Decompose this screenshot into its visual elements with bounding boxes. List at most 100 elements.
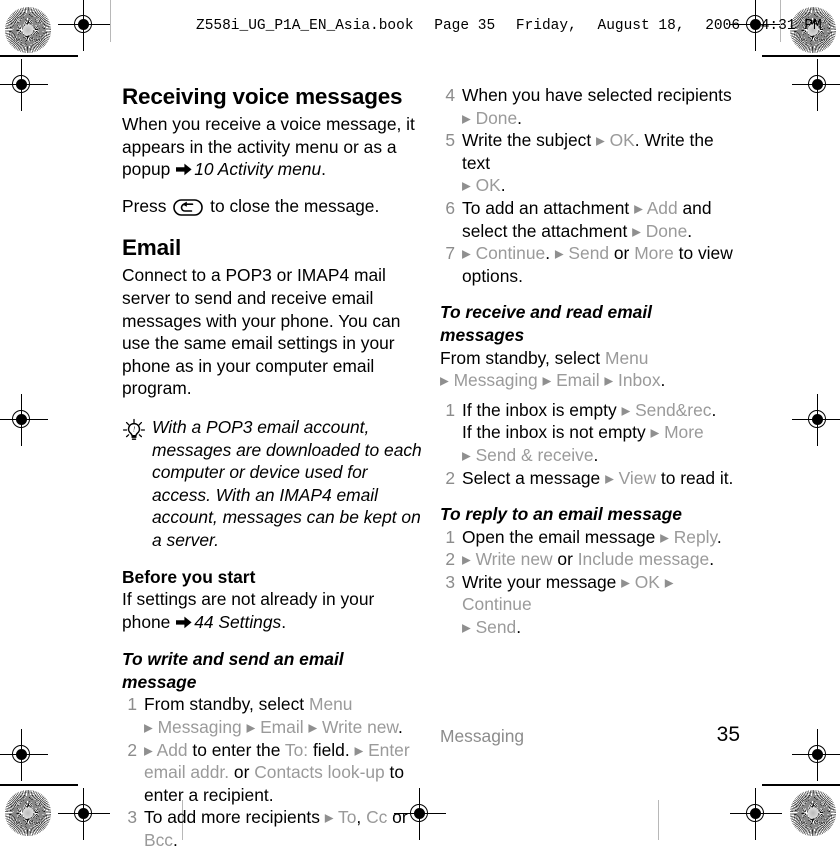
menu-command[interactable]: Email: [260, 717, 304, 737]
step-item: 4 When you have selected recipients ▸ Done…: [440, 84, 740, 129]
small-right-triangle-icon: ▸: [650, 422, 665, 443]
step-text: From standby, select: [440, 347, 605, 368]
step-text: .: [517, 107, 522, 128]
menu-command[interactable]: OK: [610, 130, 635, 150]
menu-command[interactable]: Messaging: [158, 717, 242, 737]
menu-command[interactable]: Cc: [366, 807, 387, 827]
page-footer: Messaging 35: [440, 723, 740, 747]
menu-command[interactable]: View: [619, 468, 656, 488]
menu-command[interactable]: Contacts look-up: [254, 762, 385, 782]
small-right-triangle-icon: ▸: [462, 243, 476, 264]
step-text: From standby, select: [144, 694, 309, 715]
menu-command[interactable]: Send&rec: [635, 400, 711, 420]
step-item: 3 Write your message ▸ OK ▸ Continue ▸ Sen…: [440, 571, 740, 639]
menu-command[interactable]: Write new: [476, 549, 553, 569]
menu-command[interactable]: Write new: [322, 717, 398, 737]
header-monthday: August 18,: [597, 18, 685, 34]
heading-to-reply: To reply to an email message: [440, 504, 682, 525]
menu-command[interactable]: Menu: [309, 694, 353, 714]
steps-write-and-send: 1 From standby, select Menu ▸ Messaging ▸ …: [122, 693, 422, 851]
menu-command[interactable]: Bcc: [144, 830, 173, 850]
step-number: 2: [445, 549, 455, 570]
menu-command[interactable]: More: [664, 422, 704, 442]
menu-command[interactable]: Done: [646, 221, 688, 241]
step-text: or: [387, 807, 408, 828]
registration-target-top-left: [58, 0, 110, 51]
menu-command[interactable]: Done: [476, 108, 518, 128]
menu-command[interactable]: To: [338, 807, 356, 827]
small-right-triangle-icon: ▸: [462, 617, 476, 638]
step-item: 2 ▸ Write new or Include message.: [440, 548, 740, 571]
step-body: Write the subject ▸ OK. Write the text ▸ …: [462, 130, 714, 195]
steps-receive-and-read: 1 If the inbox is empty ▸ Send&rec. If the…: [440, 399, 740, 489]
step-text: Select a message: [462, 467, 606, 488]
step-body: To add an attachment ▸ Add and select th…: [462, 198, 712, 241]
step-item: 2 Select a message ▸ View to read it.: [440, 467, 740, 490]
menu-command[interactable]: Send & receive: [476, 445, 594, 465]
step-body: ▸ Continue. ▸ Send or More to view optio…: [462, 243, 733, 286]
menu-command[interactable]: Email: [556, 370, 600, 390]
step-number: 5: [445, 130, 455, 151]
menu-command[interactable]: More: [634, 243, 674, 263]
header-year: 2006: [705, 18, 741, 34]
before-text-period: .: [281, 611, 287, 632]
trim-line-top-right: [762, 55, 840, 57]
step-number: 6: [445, 197, 455, 218]
small-right-triangle-icon: ▸: [621, 571, 635, 592]
menu-command[interactable]: Continue: [476, 243, 546, 263]
menu-command[interactable]: Continue: [462, 594, 532, 614]
tip-text: With a POP3 email account, messages are …: [152, 416, 422, 550]
paragraph-email-intro: Connect to a POP3 or IMAP4 mail server t…: [122, 265, 401, 399]
menu-command[interactable]: OK: [635, 572, 660, 592]
menu-command[interactable]: Inbox: [618, 370, 661, 390]
small-right-triangle-icon: ▸: [554, 243, 569, 264]
left-column: Receiving voice messages When you receiv…: [122, 84, 422, 852]
step-text: To add more recipients: [144, 807, 325, 828]
pdf-header-bar: Z558i_UG_P1A_EN_Asia.book Page 35 Friday…: [196, 18, 822, 34]
step-text: To add an attachment: [462, 197, 635, 218]
small-right-triangle-icon: ▸: [303, 717, 322, 738]
step-text: .: [687, 220, 693, 241]
step-body: ▸ Write new or Include message.: [462, 549, 714, 569]
step-body: Write your message ▸ OK ▸ Continue ▸ Send…: [462, 572, 673, 637]
step-number: 2: [127, 739, 137, 760]
step-body: If the inbox is empty ▸ Send&rec. If the …: [462, 400, 716, 465]
menu-command[interactable]: Send: [476, 617, 517, 637]
step-text: or: [552, 549, 578, 570]
step-text: .: [660, 370, 666, 391]
heading-email: Email: [122, 235, 182, 261]
heading-before-you-start: Before you start: [122, 566, 256, 587]
menu-command[interactable]: Menu: [605, 348, 649, 368]
menu-command[interactable]: Messaging: [454, 370, 538, 390]
header-filename: Z558i_UG_P1A_EN_Asia.book: [196, 18, 414, 34]
small-right-triangle-icon: ▸: [621, 399, 636, 420]
menu-command[interactable]: To:: [285, 740, 308, 760]
paragraph-before-you-start: If settings are not already in your phon…: [122, 588, 422, 634]
step-body: Open the email message ▸ Reply.: [462, 527, 722, 547]
step-text: If the inbox is not empty: [462, 422, 651, 443]
svg-text:!: !: [133, 426, 136, 434]
cross-reference-settings[interactable]: 44 Settings: [194, 612, 281, 632]
step-text: Open the email message: [462, 526, 661, 547]
small-right-triangle-icon: ▸: [632, 220, 646, 241]
steps-reply: 1 Open the email message ▸ Reply. 2 ▸ Write…: [440, 526, 740, 639]
registration-target-bottom-left: [58, 788, 110, 840]
heading-to-receive-and-read: To receive and read email messages: [440, 302, 653, 345]
step-text: or: [609, 243, 635, 264]
menu-command[interactable]: Send: [568, 243, 609, 263]
menu-command[interactable]: Include message: [578, 549, 709, 569]
step-item: 1 From standby, select Menu ▸ Messaging ▸ …: [122, 693, 422, 738]
small-right-triangle-icon: ▸: [462, 549, 476, 570]
menu-command[interactable]: Add: [157, 740, 188, 760]
step-text: to read it.: [656, 467, 734, 488]
menu-command[interactable]: OK: [476, 175, 501, 195]
header-weekday: Friday,: [515, 18, 577, 34]
steps-write-and-send-continued: 4 When you have selected recipients ▸ Done…: [440, 84, 740, 287]
cross-reference-activity-menu[interactable]: 10 Activity menu: [194, 159, 321, 179]
small-right-triangle-icon: ▸: [605, 467, 619, 488]
menu-command[interactable]: Add: [647, 198, 678, 218]
step-number: 3: [127, 807, 137, 828]
menu-command[interactable]: Reply: [674, 527, 717, 547]
step-number: 2: [445, 467, 455, 488]
